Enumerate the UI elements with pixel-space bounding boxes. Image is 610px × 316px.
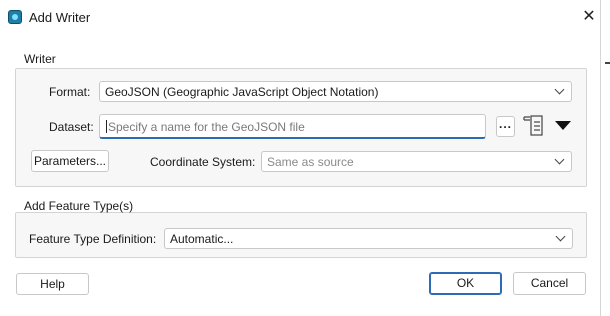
fme-icon: [8, 10, 22, 24]
feature-type-definition-value: Automatic...: [170, 232, 234, 246]
feature-type-definition-dropdown[interactable]: Automatic...: [164, 228, 573, 249]
format-value: GeoJSON (Geographic JavaScript Object No…: [105, 85, 379, 99]
window-title: Add Writer: [29, 10, 91, 25]
dataset-input[interactable]: Specify a name for the GeoJSON file: [99, 114, 486, 139]
text-caret: [106, 120, 107, 133]
format-label: Format:: [49, 85, 91, 99]
chevron-down-icon: [556, 233, 566, 243]
format-dropdown[interactable]: GeoJSON (Geographic JavaScript Object No…: [99, 81, 572, 102]
close-icon[interactable]: ✕: [578, 6, 600, 28]
background-window-edge: [600, 0, 610, 316]
dataset-placeholder: Specify a name for the GeoJSON file: [108, 120, 305, 134]
feature-type-definition-label: Feature Type Definition:: [29, 232, 157, 246]
coordinate-system-dropdown[interactable]: Same as source: [261, 151, 572, 172]
feature-types-group-label: Add Feature Type(s): [24, 199, 134, 213]
cancel-button[interactable]: Cancel: [513, 272, 586, 295]
coordinate-system-value: Same as source: [267, 155, 354, 169]
chevron-down-icon: [555, 156, 565, 166]
dropdown-arrow-icon[interactable]: [555, 121, 571, 130]
folder-browse-icon[interactable]: [523, 113, 545, 137]
parameters-button[interactable]: Parameters...: [31, 150, 109, 172]
ok-button[interactable]: OK: [429, 272, 502, 295]
coordinate-system-label: Coordinate System:: [150, 155, 256, 169]
chevron-down-icon: [555, 86, 565, 96]
dataset-label: Dataset:: [49, 120, 94, 134]
help-button[interactable]: Help: [16, 273, 89, 295]
browse-button[interactable]: ...: [496, 116, 515, 137]
writer-group-label: Writer: [24, 52, 56, 66]
